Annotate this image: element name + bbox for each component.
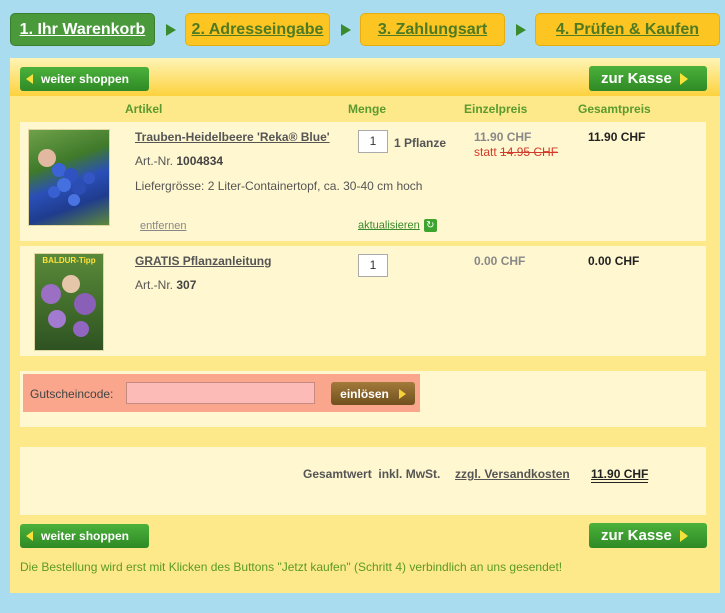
cart-panel: weiter shoppen zur Kasse Artikel Menge E… [10,58,720,593]
column-article: Artikel [125,102,163,116]
continue-shopping-label: weiter shoppen [41,72,130,86]
coupon-box: Gutscheincode: einlösen [23,374,420,412]
coupon-label: Gutscheincode: [30,387,114,401]
article-number-value: 307 [176,278,197,292]
total-price: 11.90 CHF [588,130,646,144]
continue-shopping-label: weiter shoppen [41,529,130,543]
article-number-value: 1004834 [176,154,224,168]
article-number-label: Art.-Nr. [135,278,173,292]
step-cart[interactable]: 1. Ihr Warenkorb [10,13,155,46]
total-price: 0.00 CHF [588,254,640,268]
product-image[interactable] [28,129,110,226]
shipping-costs-link[interactable]: zzgl. Versandkosten [455,467,570,481]
grand-total: 11.90 CHF [591,467,649,483]
arrow-left-icon [26,531,33,541]
column-quantity: Menge [348,102,387,116]
cart-item-row: Trauben-Heidelbeere 'Reka® Blue' Art.-Nr… [20,122,706,241]
step-address[interactable]: 2. Adresseingabe [185,13,330,46]
step-payment[interactable]: 3. Zahlungsart [360,13,505,46]
arrow-right-icon [679,72,688,85]
totals-section: Gesamtwert inkl. MwSt. zzgl. Versandkost… [20,447,706,515]
product-image[interactable]: BALDUR-Tipp [34,253,104,351]
coupon-section: Gutscheincode: einlösen [20,371,706,427]
allium-image [41,275,96,337]
column-unit-price: Einzelpreis [464,102,528,116]
checkout-label: zur Kasse [601,527,672,544]
cart-item-row: BALDUR-Tipp GRATIS Pflanzanleitung Art.-… [20,246,706,356]
continue-shopping-button[interactable]: weiter shoppen [20,524,149,548]
unit-price: 11.90 CHF [474,130,532,144]
step-arrow-icon [341,24,351,36]
old-price-prefix: statt [474,145,497,159]
product-title-link[interactable]: Trauben-Heidelbeere 'Reka® Blue' [135,130,330,144]
refresh-icon: ↻ [423,219,437,232]
old-price-value: 14.95 CHF [500,145,559,159]
remove-link[interactable]: entfernen [140,220,186,232]
quantity-input[interactable]: 1 [358,254,388,277]
column-total-price: Gesamtpreis [578,102,651,116]
arrow-left-icon [26,74,33,84]
checkout-button[interactable]: zur Kasse [589,523,707,548]
quantity-input[interactable]: 1 [358,130,388,153]
article-number-label: Art.-Nr. [135,154,173,168]
unit-price: 0.00 CHF [474,254,526,268]
arrow-right-icon [398,388,406,399]
update-label: aktualisieren [358,219,420,232]
redeem-button[interactable]: einlösen [331,382,415,405]
step-arrow-icon [516,24,526,36]
redeem-label: einlösen [340,386,389,401]
product-title-link[interactable]: GRATIS Pflanzanleitung [135,254,271,268]
blueberry-image [38,149,95,206]
article-number: Art.-Nr. 307 [135,278,196,292]
continue-shopping-button[interactable]: weiter shoppen [20,67,149,91]
arrow-right-icon [679,529,688,542]
quantity-unit: 1 Pflanze [394,136,447,150]
checkout-label: zur Kasse [601,70,672,87]
old-price: statt 14.95 CHF [474,145,558,159]
checkout-button[interactable]: zur Kasse [589,66,707,91]
coupon-input[interactable] [126,382,315,404]
image-label: BALDUR-Tipp [42,256,96,265]
order-notice: Die Bestellung wird erst mit Klicken des… [20,560,563,574]
update-link[interactable]: aktualisieren ↻ [358,219,437,232]
step-review-buy[interactable]: 4. Prüfen & Kaufen [535,13,720,46]
delivery-size: Liefergrösse: 2 Liter-Containertopf, ca.… [135,179,423,193]
total-label: Gesamtwert inkl. MwSt. [303,467,441,481]
article-number: Art.-Nr. 1004834 [135,154,223,168]
step-arrow-icon [166,24,176,36]
checkout-steps: 1. Ihr Warenkorb 2. Adresseingabe 3. Zah… [0,0,725,56]
